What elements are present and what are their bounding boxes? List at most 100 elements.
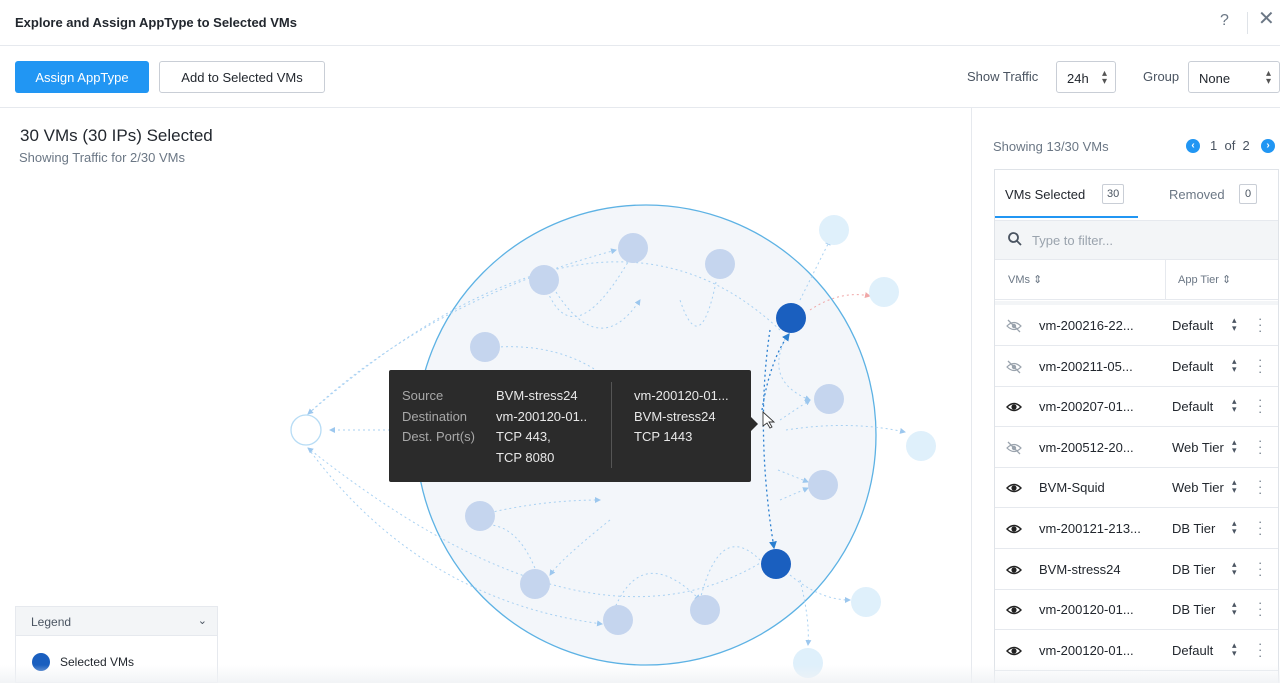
vm-node[interactable] [618,233,648,263]
more-options-icon[interactable]: ··· [1258,312,1262,337]
more-options-icon[interactable]: ··· [1258,637,1262,662]
eye-icon[interactable] [1006,603,1022,617]
add-to-selected-vms-button[interactable]: Add to Selected VMs [159,61,325,93]
dialog-title: Explore and Assign AppType to Selected V… [15,15,297,30]
eye-slash-icon[interactable] [1006,319,1022,333]
vm-node[interactable] [470,332,500,362]
table-row[interactable]: BVM-Squid Web Tier ▴ ▾ · · · [995,468,1278,509]
more-options-icon[interactable]: ··· [1258,474,1262,499]
toolbar: Assign AppType Add to Selected VMs Show … [0,46,1280,108]
selected-vm-node[interactable] [776,303,806,333]
close-icon[interactable]: ✕ [1258,9,1275,29]
app-tier-value: Default [1172,318,1214,333]
vm-node[interactable] [705,249,735,279]
dialog-header: Explore and Assign AppType to Selected V… [0,0,1280,46]
next-page-icon[interactable]: › [1261,139,1275,153]
table-row[interactable]: vm-200512-20... Web Tier ▴ ▾ · · · [995,428,1278,468]
vm-node[interactable] [690,595,720,625]
filter-input-placeholder[interactable]: Type to filter... [1032,233,1113,248]
more-options-icon[interactable]: ··· [1258,596,1262,621]
eye-icon[interactable] [1006,481,1022,495]
show-traffic-label: Show Traffic [967,69,1039,84]
tier-select-caret-icon[interactable]: ▴▾ [1232,640,1237,657]
tier-select-caret-icon[interactable]: ▴▾ [1232,519,1237,536]
eye-icon[interactable] [1006,400,1022,414]
vm-name: vm-200120-01... [1039,602,1134,618]
table-row[interactable]: BVM-stress19Default▴▾··· [995,671,1278,683]
traffic-window-select[interactable]: 24h ▴ ▾ [1056,61,1116,93]
legend-title: Legend [31,615,72,629]
vm-node[interactable] [520,569,550,599]
vm-name: vm-200211-05... [1039,358,1133,374]
select-caret-icon: ▴ ▾ [1101,68,1107,87]
more-options-icon[interactable]: ··· [1258,515,1262,540]
chevron-down-icon[interactable]: ⌄ [198,614,207,627]
page-total: 2 [1242,138,1250,153]
vm-node[interactable] [603,605,633,635]
page-current: 1 [1210,138,1218,153]
tier-select-caret-icon[interactable]: ▴▾ [1232,600,1237,617]
table-row[interactable]: BVM-stress24 DB Tier ▴ ▾ · · · [995,550,1278,590]
tooltip-flow1-source: BVM-stress24 [496,388,578,403]
external-vm-node[interactable] [793,648,823,678]
table-row[interactable]: vm-200211-05... Default ▴ ▾ · · · [995,347,1278,387]
app-tier-value: Web Tier [1172,439,1224,455]
tab-vms-selected[interactable]: VMs Selected [1005,187,1085,202]
table-row[interactable]: vm-200207-01... Default ▴ ▾ · · · [995,387,1278,428]
tier-select-caret-icon[interactable]: ▴▾ [1232,559,1237,576]
eye-slash-icon[interactable] [1006,360,1022,374]
vm-node[interactable] [529,265,559,295]
app-tier-value: Default [1172,399,1214,415]
more-options-icon[interactable]: ··· [1258,556,1262,581]
external-vm-node[interactable] [906,431,936,461]
vm-list-panel: Showing 13/30 VMs ‹ 1 of 2 › VMs Selecte… [971,108,1280,683]
vm-name: vm-200207-01... [1039,399,1134,415]
app-tier-value: Web Tier [1172,480,1224,496]
vm-name: BVM-stress24 [1039,561,1121,577]
active-tab-indicator [995,216,1138,218]
table-row[interactable]: vm-200121-213... DB Tier ▴ ▾ · · · [995,509,1278,549]
app-tier-value: Default [1172,642,1214,658]
help-icon[interactable]: ? [1220,12,1229,30]
more-options-icon[interactable]: ··· [1258,393,1262,418]
column-header-vms[interactable]: VMs ⇕ [1008,273,1042,286]
tier-select-caret-icon[interactable]: ▴▾ [1232,397,1237,414]
more-options-icon[interactable]: ··· [1258,434,1262,459]
table-row[interactable]: vm-200120-01... Default ▴ ▾ · · · [995,631,1278,671]
external-node[interactable] [290,414,322,446]
external-vm-node[interactable] [869,277,899,307]
tier-select-caret-icon[interactable]: ▴▾ [1232,478,1237,495]
column-header-app-tier[interactable]: App Tier ⇕ [1178,273,1231,286]
vm-node[interactable] [814,384,844,414]
table-row[interactable]: vm-200120-01... DB Tier ▴ ▾ · · · [995,590,1278,631]
tooltip-flow2-destination: BVM-stress24 [634,409,716,424]
vm-name: vm-200120-01... [1039,642,1134,658]
vm-node[interactable] [465,501,495,531]
external-vm-node[interactable] [851,587,881,617]
eye-slash-icon[interactable] [1006,441,1022,455]
page-of: of [1224,138,1236,153]
column-vms-label: VMs [1008,274,1030,286]
table-row[interactable]: vm-200216-22... Default ▴ ▾ · · · [995,306,1278,346]
prev-page-icon[interactable]: ‹ [1186,139,1200,153]
vm-table: VMs Selected 30 Removed 0 Type to filter… [994,169,1279,683]
group-select[interactable]: None ▴ ▾ [1188,61,1280,93]
legend-header[interactable]: Legend ⌄ [16,607,217,636]
selected-vm-node[interactable] [761,549,791,579]
assign-apptype-button[interactable]: Assign AppType [15,61,149,93]
external-vm-node[interactable] [819,215,849,245]
more-options-icon[interactable]: ··· [1258,353,1262,378]
tier-select-caret-icon[interactable]: ▴▾ [1232,356,1237,373]
eye-icon[interactable] [1006,644,1022,658]
tier-select-caret-icon[interactable]: ▴▾ [1232,316,1237,333]
vm-node[interactable] [808,470,838,500]
vm-tabs: VMs Selected 30 Removed 0 [995,170,1278,220]
app-tier-value: Default [1172,358,1214,374]
eye-icon[interactable] [1006,563,1022,577]
tooltip-destination-label: Destination [402,409,468,424]
vm-filter-bar[interactable]: Type to filter... [995,220,1278,260]
tier-select-caret-icon[interactable]: ▴▾ [1232,437,1237,454]
eye-icon[interactable] [1006,522,1022,536]
tab-removed[interactable]: Removed [1169,187,1225,202]
header-spacer [995,301,1278,305]
